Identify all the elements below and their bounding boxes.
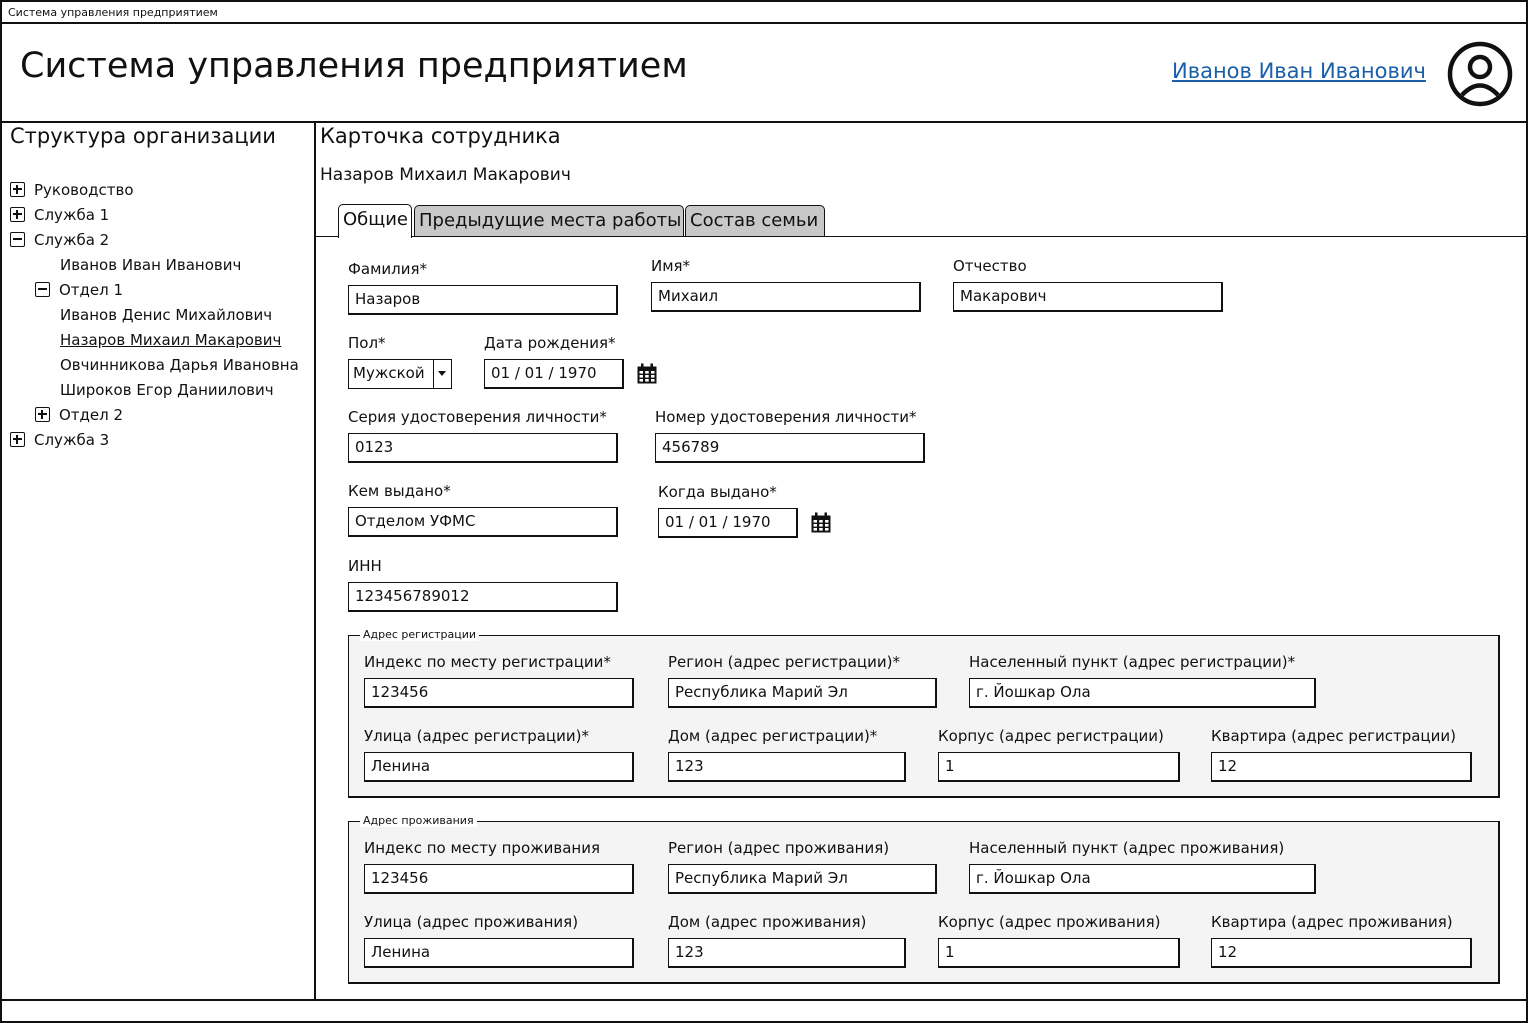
live-street-field[interactable]: Ленина bbox=[364, 938, 634, 968]
id-series-label: Серия удостоверения личности* bbox=[348, 408, 607, 426]
inn-field[interactable]: 123456789012 bbox=[348, 582, 618, 612]
live-apartment-field[interactable]: 12 bbox=[1211, 938, 1472, 968]
status-bar bbox=[0, 999, 1528, 1023]
live-region-label: Регион (адрес проживания) bbox=[668, 839, 890, 857]
tree-item-label: Овчинникова Дарья Ивановна bbox=[60, 356, 299, 374]
living-address-legend: Адрес проживания bbox=[360, 814, 477, 827]
tree-item[interactable]: Овчинникова Дарья Ивановна bbox=[60, 355, 299, 375]
live-locality-field[interactable]: г. Йошкар Ола bbox=[969, 864, 1316, 894]
last-name-field[interactable]: Назаров bbox=[348, 285, 618, 315]
gender-value: Мужской bbox=[353, 364, 425, 382]
birth-date-label: Дата рождения* bbox=[484, 334, 616, 352]
live-locality-label: Населенный пункт (адрес проживания) bbox=[969, 839, 1285, 857]
reg-region-label: Регион (адрес регистрации)* bbox=[668, 653, 900, 671]
expand-icon[interactable] bbox=[10, 182, 25, 197]
expand-icon[interactable] bbox=[35, 407, 50, 422]
live-apartment-label: Квартира (адрес проживания) bbox=[1211, 913, 1453, 931]
employee-name: Назаров Михаил Макарович bbox=[320, 165, 571, 185]
issued-by-field[interactable]: Отделом УФМС bbox=[348, 507, 618, 537]
birth-date-field[interactable]: 01 / 01 / 1970 bbox=[484, 359, 624, 389]
expand-icon[interactable] bbox=[10, 207, 25, 222]
patronymic-label: Отчество bbox=[953, 257, 1027, 275]
id-number-label: Номер удостоверения личности* bbox=[655, 408, 917, 426]
tree-item-label: Служба 2 bbox=[34, 231, 110, 249]
issued-by-label: Кем выдано* bbox=[348, 482, 451, 500]
tree-item-label-selected: Назаров Михаил Макарович bbox=[60, 331, 282, 349]
live-index-label: Индекс по месту проживания bbox=[364, 839, 601, 857]
reg-street-label: Улица (адрес регистрации)* bbox=[364, 727, 589, 745]
collapse-icon[interactable] bbox=[35, 282, 50, 297]
id-number-field[interactable]: 456789 bbox=[655, 433, 925, 463]
tree-item-label: Служба 1 bbox=[34, 206, 110, 224]
tree-item-label: Широков Егор Даниилович bbox=[60, 381, 274, 399]
app-title: Система управления предприятием bbox=[20, 46, 688, 86]
tabs-divider bbox=[316, 236, 1528, 237]
tree-item-label: Иванов Денис Михайлович bbox=[60, 306, 273, 324]
reg-apartment-label: Квартира (адрес регистрации) bbox=[1211, 727, 1456, 745]
window-title: Система управления предприятием bbox=[8, 6, 218, 19]
live-region-field[interactable]: Республика Марий Эл bbox=[668, 864, 937, 894]
tree-item-label: Руководство bbox=[34, 181, 134, 199]
patronymic-field[interactable]: Макарович bbox=[953, 282, 1223, 312]
reg-building-label: Корпус (адрес регистрации) bbox=[938, 727, 1164, 745]
chevron-down-icon[interactable] bbox=[433, 360, 451, 388]
tree-item[interactable]: Назаров Михаил Макарович bbox=[60, 330, 281, 350]
window-titlebar: Система управления предприятием bbox=[0, 0, 1528, 24]
user-name-link[interactable]: Иванов Иван Иванович bbox=[1172, 59, 1426, 83]
tab-general[interactable]: Общие bbox=[338, 204, 412, 238]
inn-label: ИНН bbox=[348, 557, 382, 575]
tree-item[interactable]: Широков Егор Даниилович bbox=[60, 380, 274, 400]
reg-street-field[interactable]: Ленина bbox=[364, 752, 634, 782]
reg-apartment-field[interactable]: 12 bbox=[1211, 752, 1472, 782]
tree-item-label: Отдел 2 bbox=[59, 406, 124, 424]
reg-index-label: Индекс по месту регистрации* bbox=[364, 653, 611, 671]
tree-item-label: Иванов Иван Иванович bbox=[60, 256, 242, 274]
tree-item[interactable]: Иванов Иван Иванович bbox=[60, 255, 241, 275]
reg-index-field[interactable]: 123456 bbox=[364, 678, 634, 708]
tab-previous-jobs[interactable]: Предыдущие места работы bbox=[414, 205, 684, 236]
card-title: Карточка сотрудника bbox=[320, 124, 561, 148]
id-series-field[interactable]: 0123 bbox=[348, 433, 618, 463]
first-name-label: Имя* bbox=[651, 257, 691, 275]
expand-icon[interactable] bbox=[10, 432, 25, 447]
live-house-field[interactable]: 123 bbox=[668, 938, 906, 968]
tab-family[interactable]: Состав семьи bbox=[685, 205, 825, 236]
tree-item[interactable]: Иванов Денис Михайлович bbox=[60, 305, 272, 325]
reg-building-field[interactable]: 1 bbox=[938, 752, 1180, 782]
collapse-icon[interactable] bbox=[10, 232, 25, 247]
gender-label: Пол* bbox=[348, 334, 386, 352]
sidebar-title: Структура организации bbox=[10, 124, 276, 148]
live-building-label: Корпус (адрес проживания) bbox=[938, 913, 1161, 931]
calendar-icon[interactable] bbox=[810, 512, 832, 534]
user-circle-icon[interactable] bbox=[1446, 40, 1514, 108]
calendar-icon[interactable] bbox=[636, 363, 658, 385]
gender-select[interactable]: Мужской bbox=[348, 359, 452, 389]
first-name-field[interactable]: Михаил bbox=[651, 282, 921, 312]
reg-house-label: Дом (адрес регистрации)* bbox=[668, 727, 878, 745]
reg-locality-label: Населенный пункт (адрес регистрации)* bbox=[969, 653, 1296, 671]
registration-address-legend: Адрес регистрации bbox=[360, 628, 480, 641]
live-house-label: Дом (адрес проживания) bbox=[668, 913, 867, 931]
tree-item-label: Отдел 1 bbox=[59, 281, 124, 299]
live-index-field[interactable]: 123456 bbox=[364, 864, 634, 894]
issued-date-field[interactable]: 01 / 01 / 1970 bbox=[658, 508, 798, 538]
issued-date-label: Когда выдано* bbox=[658, 483, 777, 501]
live-street-label: Улица (адрес проживания) bbox=[364, 913, 579, 931]
reg-region-field[interactable]: Республика Марий Эл bbox=[668, 678, 937, 708]
last-name-label: Фамилия* bbox=[348, 260, 428, 278]
live-building-field[interactable]: 1 bbox=[938, 938, 1180, 968]
tree-item-label: Служба 3 bbox=[34, 431, 110, 449]
reg-locality-field[interactable]: г. Йошкар Ола bbox=[969, 678, 1316, 708]
reg-house-field[interactable]: 123 bbox=[668, 752, 906, 782]
sidebar bbox=[0, 121, 316, 1001]
